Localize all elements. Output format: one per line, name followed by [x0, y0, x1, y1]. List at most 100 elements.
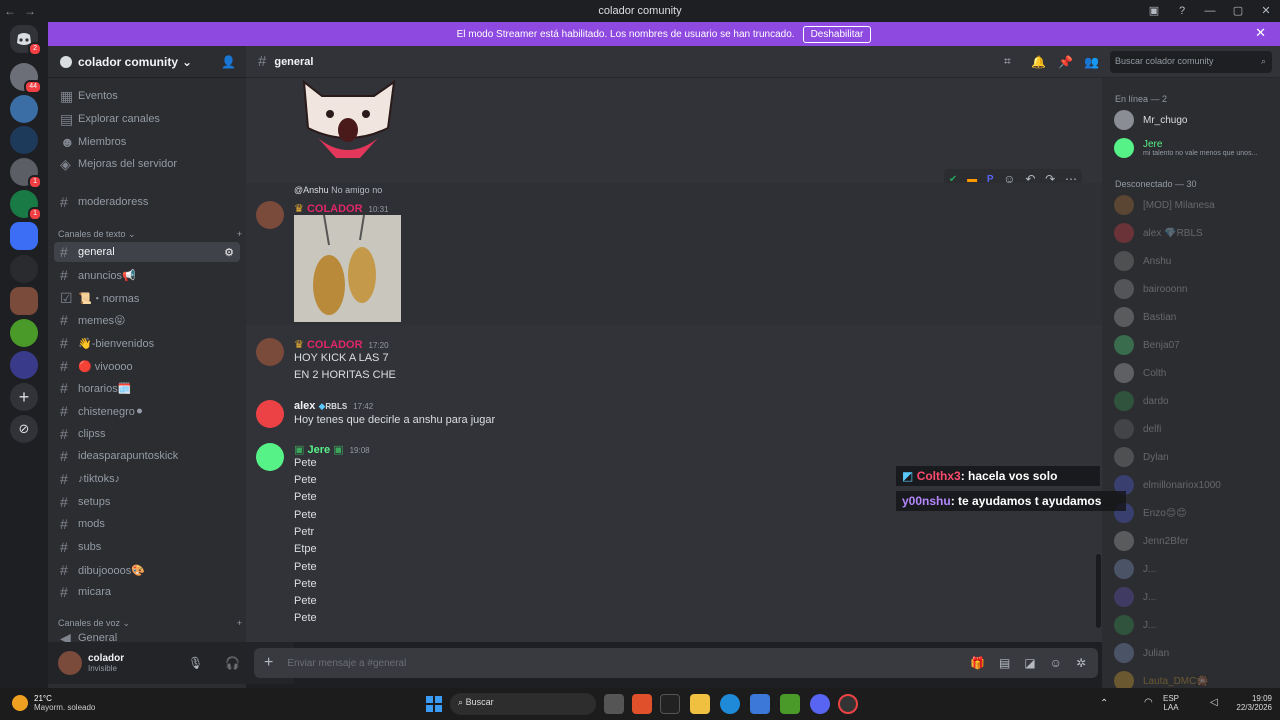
- atom-server-icon[interactable]: [10, 126, 38, 154]
- sidebar-item-eventos[interactable]: ▦ Eventos: [54, 86, 240, 106]
- bell-icon[interactable]: 🔔: [1031, 55, 1046, 69]
- member-item[interactable]: Jenn2Bfer: [1114, 531, 1189, 551]
- disable-streamer-button[interactable]: Deshabilitar: [802, 25, 872, 43]
- voice-category[interactable]: Canales de voz ⌄ +: [58, 618, 242, 629]
- sidebar-item-miembros[interactable]: ☻ Miembros: [54, 132, 240, 152]
- close-window-button[interactable]: ✕: [1252, 4, 1280, 17]
- member-item[interactable]: J...: [1114, 559, 1156, 579]
- member-item[interactable]: J...: [1114, 615, 1156, 635]
- headphones-icon[interactable]: 🎧: [225, 656, 240, 670]
- avatar[interactable]: [256, 400, 284, 428]
- search-input[interactable]: Buscar colador comunity ⌕: [1110, 51, 1272, 73]
- apps-icon[interactable]: ✲: [1076, 656, 1086, 670]
- channel-item[interactable]: # ideasparapuntoskick: [54, 446, 240, 466]
- member-item[interactable]: elmillonariox1000: [1114, 475, 1221, 495]
- member-item[interactable]: J...: [1114, 587, 1156, 607]
- avatar[interactable]: [256, 338, 284, 366]
- wifi-icon[interactable]: ◠: [1144, 697, 1153, 708]
- sidebar-item-explorar[interactable]: ▤ Explorar canales: [54, 109, 240, 129]
- forward-icon[interactable]: →: [20, 4, 40, 18]
- threads-icon[interactable]: ⌗: [1004, 54, 1011, 69]
- member-item[interactable]: Bastian: [1114, 307, 1176, 327]
- message-author[interactable]: ♛ COLADOR 10:31: [294, 202, 389, 215]
- start-button[interactable]: [424, 694, 444, 714]
- channel-item[interactable]: # anuncios📢: [54, 265, 240, 285]
- channel-item[interactable]: # subs: [54, 537, 240, 557]
- message-input[interactable]: Enviar mensaje a #general: [287, 658, 970, 669]
- server-icon[interactable]: [10, 351, 38, 379]
- member-item[interactable]: Dylan: [1114, 447, 1169, 467]
- taskview-icon[interactable]: [604, 694, 624, 714]
- channel-item[interactable]: # dibujooоos🎨: [54, 560, 240, 580]
- member-item[interactable]: [MOD] Milanesa: [1114, 195, 1215, 215]
- store-icon[interactable]: [750, 694, 770, 714]
- server-icon[interactable]: 1: [10, 158, 42, 189]
- server-header[interactable]: colador comunity ⌄ 👤: [48, 46, 246, 78]
- taskbar-search[interactable]: ⌕ Buscar: [450, 693, 596, 715]
- channel-item[interactable]: # horarios🗓️: [54, 378, 240, 398]
- close-icon[interactable]: ✕: [1255, 25, 1266, 41]
- chevron-up-icon[interactable]: ⌃: [1100, 698, 1108, 709]
- speaker-icon[interactable]: ◁: [1210, 697, 1218, 708]
- brave-icon[interactable]: [632, 694, 652, 714]
- server-icon[interactable]: [10, 222, 38, 250]
- weather-widget[interactable]: 21°C Mayorm. soleado: [12, 694, 95, 712]
- clock[interactable]: 19:09 22/3/2026: [1228, 694, 1272, 712]
- edge-icon[interactable]: [720, 694, 740, 714]
- settings-icon[interactable]: ⚙: [224, 246, 234, 259]
- server-icon[interactable]: 44: [10, 63, 42, 94]
- help-icon[interactable]: ?: [1168, 5, 1196, 17]
- sticker-icon[interactable]: ◪: [1024, 656, 1035, 670]
- app-icon[interactable]: [838, 694, 858, 714]
- back-icon[interactable]: ←: [0, 4, 20, 18]
- mic-icon[interactable]: 🎙: [188, 656, 203, 670]
- minecraft-icon[interactable]: [780, 694, 800, 714]
- reply-preview[interactable]: @Anshu No amigo no: [294, 185, 382, 195]
- channel-item[interactable]: # micara: [54, 582, 240, 602]
- add-channel-icon[interactable]: +: [237, 618, 242, 629]
- server-icon[interactable]: [10, 255, 38, 283]
- channel-item[interactable]: # 👋-bienvenidos: [54, 333, 240, 353]
- server-icon[interactable]: [10, 319, 38, 347]
- channel-item[interactable]: # clipss: [54, 424, 240, 444]
- sidebar-item-mejoras[interactable]: ◈ Mejoras del servidor: [54, 154, 240, 174]
- text-category[interactable]: Canales de texto ⌄ +: [58, 229, 242, 240]
- home-discord-icon[interactable]: 2: [10, 25, 42, 56]
- gift-icon[interactable]: 🎁: [970, 656, 985, 670]
- member-item[interactable]: Benja07: [1114, 335, 1180, 355]
- member-item[interactable]: Mr_chugo: [1114, 110, 1187, 130]
- emoji-icon[interactable]: ☺: [1050, 656, 1062, 670]
- message-author[interactable]: alex ◆RBLS 17:42: [294, 400, 373, 412]
- language-indicator[interactable]: ESP LAA: [1163, 694, 1179, 712]
- channel-item[interactable]: # memes😝: [54, 310, 240, 330]
- member-item[interactable]: Julian: [1114, 643, 1169, 663]
- avatar[interactable]: [256, 201, 284, 229]
- channel-item[interactable]: # setups: [54, 492, 240, 512]
- channel-general[interactable]: # general ⚙: [54, 242, 240, 262]
- server-icon[interactable]: 1: [10, 190, 42, 221]
- folder-icon[interactable]: [690, 694, 710, 714]
- inbox-icon[interactable]: ▣: [1140, 4, 1168, 17]
- channel-item[interactable]: # 🔴 vivoooo: [54, 356, 240, 376]
- member-item[interactable]: Colth: [1114, 363, 1166, 383]
- channel-moderadoress[interactable]: # moderadoress: [54, 192, 240, 212]
- avatar[interactable]: [58, 651, 82, 675]
- avatar[interactable]: [256, 443, 284, 471]
- chat-scrollbar[interactable]: [1096, 554, 1101, 628]
- message-author[interactable]: ♛ COLADOR 17:20: [294, 338, 389, 351]
- channel-item[interactable]: # ♪tiktoks♪: [54, 469, 240, 489]
- message-author[interactable]: ▣ Jere ▣ 19:08: [294, 443, 370, 456]
- member-item[interactable]: Anshu: [1114, 251, 1171, 271]
- add-attachment-icon[interactable]: +: [264, 654, 273, 672]
- add-channel-icon[interactable]: +: [237, 229, 242, 240]
- server-icon[interactable]: [10, 95, 38, 123]
- invite-icon[interactable]: 👤: [221, 55, 236, 69]
- member-item[interactable]: alex 💎RBLS: [1114, 223, 1203, 243]
- explore-icon[interactable]: ⊘: [10, 415, 38, 443]
- terminal-icon[interactable]: [660, 694, 680, 714]
- colador-server-icon[interactable]: [10, 287, 38, 315]
- member-item[interactable]: dardo: [1114, 391, 1169, 411]
- member-item[interactable]: delfi: [1114, 419, 1161, 439]
- member-item[interactable]: Lauta_DMC🎇: [1114, 671, 1209, 688]
- member-item[interactable]: Jere mi talento no vale menos que unos...: [1114, 138, 1257, 158]
